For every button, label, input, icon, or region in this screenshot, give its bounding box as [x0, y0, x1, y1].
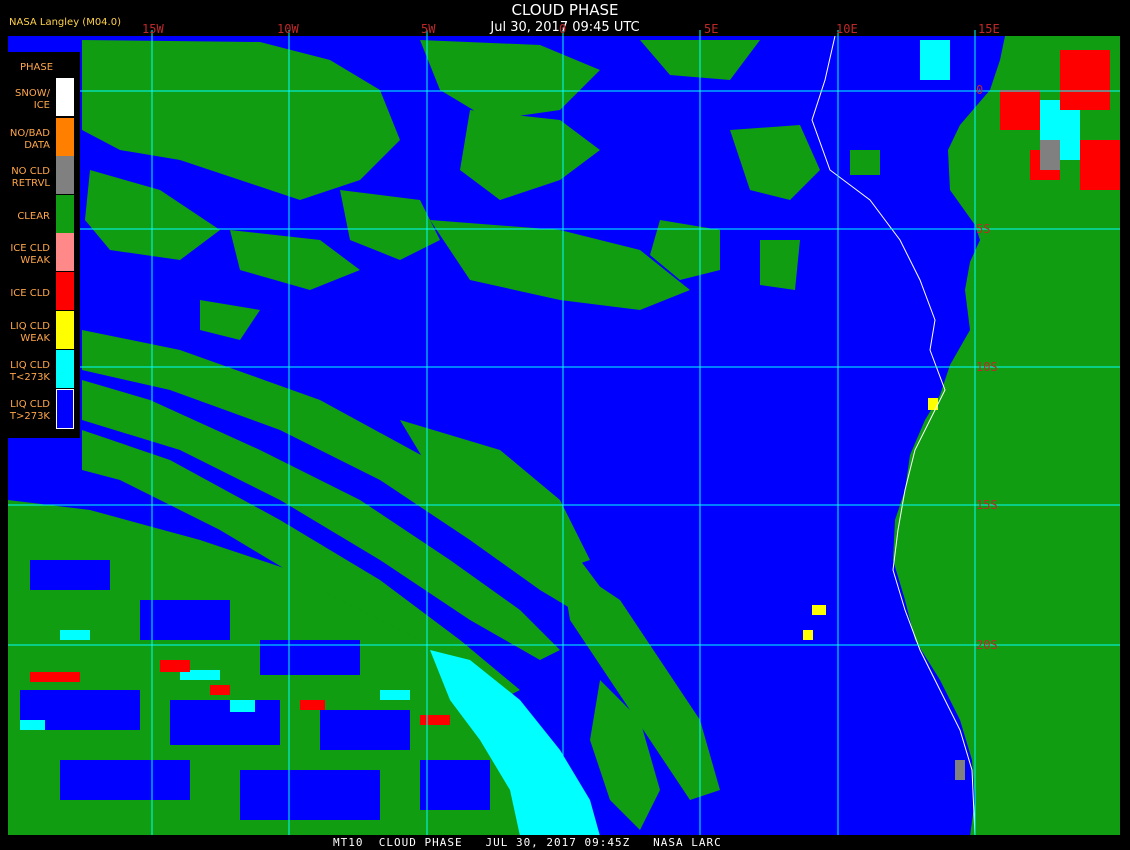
satellite-map — [8, 30, 1120, 837]
legend-swatch — [56, 350, 74, 388]
latitude-label: 15S — [976, 498, 998, 512]
longitude-label: 10E — [836, 22, 858, 36]
legend-label: LIQ CLD T>273K — [9, 399, 50, 422]
map-title: CLOUD PHASE — [511, 1, 619, 19]
longitude-label: 15E — [978, 22, 1000, 36]
legend-label: ICE CLD WEAK — [10, 243, 50, 266]
credit-label: NASA Langley (M04.0) — [9, 17, 121, 28]
legend-swatch — [56, 156, 74, 194]
longitude-label: 0 — [559, 22, 567, 36]
legend-swatch — [56, 233, 74, 271]
longitude-label: 10W — [277, 22, 299, 36]
footer-caption: MT10 CLOUD PHASE JUL 30, 2017 09:45Z NAS… — [333, 836, 722, 849]
legend-label: SNOW/ ICE — [15, 88, 50, 111]
legend-swatch — [56, 389, 74, 429]
legend-label: NO/BAD DATA — [9, 128, 50, 151]
cloud-phase-map-view: CLOUD PHASE Jul 30, 2017 09:45 UTC NASA … — [0, 0, 1130, 850]
legend-swatch — [56, 311, 74, 349]
longitude-label: 5W — [421, 22, 436, 36]
legend-swatch — [56, 272, 74, 310]
latitude-label: 5S — [976, 222, 991, 236]
latitude-label: 10S — [976, 360, 998, 374]
latitude-label: 0 — [976, 83, 984, 97]
latitude-label: 20S — [976, 638, 998, 652]
legend-swatch — [56, 195, 74, 233]
legend-label: LIQ CLD WEAK — [10, 321, 50, 344]
legend-label: LIQ CLD T<273K — [9, 360, 50, 383]
legend-label: NO CLD RETRVL — [11, 166, 50, 189]
legend-label: ICE CLD — [10, 288, 50, 299]
legend-title: PHASE — [20, 62, 54, 73]
legend-label: CLEAR — [17, 211, 50, 222]
longitude-label: 5E — [704, 22, 719, 36]
legend-swatch — [56, 118, 74, 156]
longitude-label: 15W — [142, 22, 164, 36]
legend-swatch — [56, 78, 74, 116]
